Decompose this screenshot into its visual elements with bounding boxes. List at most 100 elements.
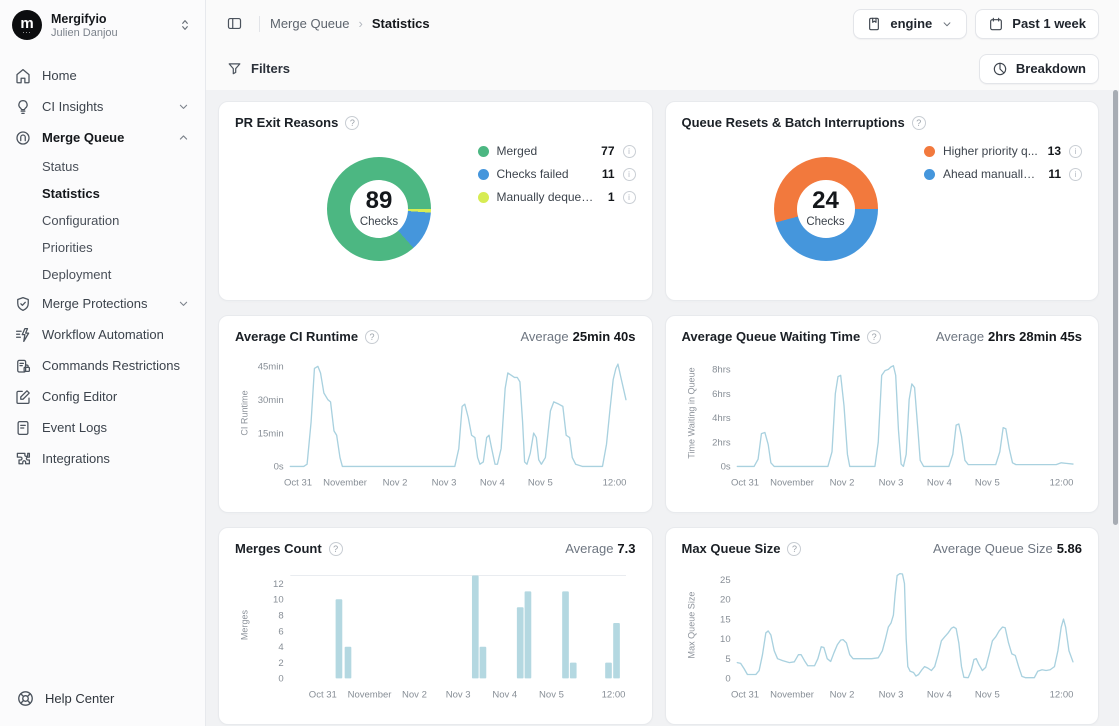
donut-center-label: Checks xyxy=(806,216,844,228)
svg-text:Nov 5: Nov 5 xyxy=(974,689,999,700)
svg-text:Nov 3: Nov 3 xyxy=(878,477,903,488)
svg-text:Nov 5: Nov 5 xyxy=(974,477,999,488)
sidebar-item-label: Statistics xyxy=(42,186,100,201)
card-pr-exit-reasons: PR Exit Reasons?89ChecksMerged77iChecks … xyxy=(218,101,653,301)
sidebar-item-config-editor[interactable]: Config Editor xyxy=(8,381,197,412)
svg-text:Nov 5: Nov 5 xyxy=(539,689,564,700)
chevron-down-icon xyxy=(176,296,191,311)
average-value: Average Queue Size5.86 xyxy=(933,541,1082,556)
chart-area: 024681012Oct 31NovemberNov 2Nov 3Nov 4No… xyxy=(235,556,636,708)
svg-text:45min: 45min xyxy=(258,362,284,373)
sidebar-item-status[interactable]: Status xyxy=(8,153,197,180)
svg-text:30min: 30min xyxy=(258,395,284,406)
topbar-divider xyxy=(259,16,260,32)
svg-text:12:00: 12:00 xyxy=(1049,477,1073,488)
chart-ci-runtime: 0s15min30min45minOct 31NovemberNov 2Nov … xyxy=(235,352,636,491)
average-value: Average25min 40s xyxy=(520,329,635,344)
svg-text:Nov 4: Nov 4 xyxy=(926,689,952,700)
legend: Merged77iChecks failed11iManually dequeu… xyxy=(478,144,636,287)
main-panel: Merge Queue › Statistics engine Past 1 w… xyxy=(206,0,1119,726)
sidebar-item-merge-protections[interactable]: Merge Protections xyxy=(8,288,197,319)
card-ci-runtime: Average CI Runtime?Average25min 40s0s15m… xyxy=(218,315,653,513)
sidebar-item-integrations[interactable]: Integrations xyxy=(8,443,197,474)
svg-text:Nov 4: Nov 4 xyxy=(492,689,518,700)
donut-center-value: 89 xyxy=(366,189,393,213)
chart-area: 0s15min30min45minOct 31NovemberNov 2Nov … xyxy=(235,344,636,496)
sidebar-item-event-logs[interactable]: Event Logs xyxy=(8,412,197,443)
pie-chart-icon xyxy=(992,61,1008,77)
svg-text:15min: 15min xyxy=(258,428,284,439)
legend-item: Checks failed11i xyxy=(478,167,636,181)
card-header: Average Queue Waiting Time?Average2hrs 2… xyxy=(682,329,1083,344)
legend-item: Higher priority q...13i xyxy=(924,144,1082,158)
legend-label: Ahead manually ... xyxy=(943,167,1040,181)
legend-item: Manually dequeued1i xyxy=(478,190,636,204)
average-value: Average2hrs 28min 45s xyxy=(936,329,1082,344)
svg-text:Oct 31: Oct 31 xyxy=(731,689,759,700)
legend-value: 11 xyxy=(602,167,615,181)
sidebar-item-home[interactable]: Home xyxy=(8,60,197,91)
sidebar-item-commands-restrictions[interactable]: Commands Restrictions xyxy=(8,350,197,381)
sidebar-item-label: Config Editor xyxy=(42,389,117,404)
help-icon[interactable]: ? xyxy=(787,542,801,556)
svg-text:November: November xyxy=(348,689,393,700)
legend-value: 13 xyxy=(1048,144,1061,158)
card-merges-count: Merges Count?Average7.3024681012Oct 31No… xyxy=(218,527,653,725)
card-header: Max Queue Size?Average Queue Size5.86 xyxy=(682,541,1083,556)
card-title-pr-exit-reasons: PR Exit Reasons xyxy=(235,115,338,130)
sidebar-item-deployment[interactable]: Deployment xyxy=(8,261,197,288)
breadcrumb-merge-queue[interactable]: Merge Queue xyxy=(270,16,350,31)
legend-dot-icon xyxy=(478,169,489,180)
sidebar: m ... Mergifyio Julien Danjou HomeCI Ins… xyxy=(0,0,206,726)
sidebar-item-label: Commands Restrictions xyxy=(42,358,180,373)
svg-text:November: November xyxy=(770,689,815,700)
help-icon[interactable]: ? xyxy=(912,116,926,130)
sidebar-item-workflow-automation[interactable]: Workflow Automation xyxy=(8,319,197,350)
scrollbar-thumb[interactable] xyxy=(1113,90,1118,525)
repository-selector[interactable]: engine xyxy=(853,9,967,39)
card-title-ci-runtime: Average CI Runtime xyxy=(235,329,358,344)
help-icon[interactable]: ? xyxy=(365,330,379,344)
help-icon[interactable]: ? xyxy=(867,330,881,344)
breakdown-button[interactable]: Breakdown xyxy=(979,54,1099,84)
legend-item: Ahead manually ...11i xyxy=(924,167,1082,181)
info-icon[interactable]: i xyxy=(1069,145,1082,158)
info-icon[interactable]: i xyxy=(623,191,636,204)
pie-body: 89ChecksMerged77iChecks failed11iManuall… xyxy=(235,130,636,287)
help-icon[interactable]: ? xyxy=(345,116,359,130)
sidebar-item-ci-insights[interactable]: CI Insights xyxy=(8,91,197,122)
document-icon xyxy=(14,419,32,437)
chart-area: 0510152025Oct 31NovemberNov 2Nov 3Nov 4N… xyxy=(682,556,1083,708)
average-value: Average7.3 xyxy=(565,541,635,556)
legend-dot-icon xyxy=(924,169,935,180)
breadcrumb-statistics: Statistics xyxy=(372,16,430,31)
info-icon[interactable]: i xyxy=(623,168,636,181)
svg-text:November: November xyxy=(770,477,815,488)
info-icon[interactable]: i xyxy=(623,145,636,158)
help-center-button[interactable]: Help Center xyxy=(0,675,205,726)
sidebar-item-configuration[interactable]: Configuration xyxy=(8,207,197,234)
legend-dot-icon xyxy=(924,146,935,157)
breakdown-button-label: Breakdown xyxy=(1016,61,1086,76)
chevron-down-icon xyxy=(940,17,954,31)
legend-label: Merged xyxy=(497,144,538,158)
svg-text:Nov 3: Nov 3 xyxy=(432,477,457,488)
sidebar-item-label: Status xyxy=(42,159,79,174)
svg-text:Oct 31: Oct 31 xyxy=(731,477,759,488)
sidebar-item-statistics[interactable]: Statistics xyxy=(8,180,197,207)
help-icon[interactable]: ? xyxy=(329,542,343,556)
svg-text:25: 25 xyxy=(720,575,731,586)
sidebar-item-merge-queue[interactable]: Merge Queue xyxy=(8,122,197,153)
org-switcher[interactable]: m ... Mergifyio Julien Danjou xyxy=(0,0,205,52)
info-icon[interactable]: i xyxy=(1069,168,1082,181)
card-max-queue-size: Max Queue Size?Average Queue Size5.86051… xyxy=(665,527,1100,725)
svg-text:November: November xyxy=(323,477,368,488)
filters-button[interactable]: Filters xyxy=(220,54,296,83)
repository-selector-label: engine xyxy=(890,16,932,31)
sidebar-item-priorities[interactable]: Priorities xyxy=(8,234,197,261)
period-selector[interactable]: Past 1 week xyxy=(975,9,1099,39)
card-header: Queue Resets & Batch Interruptions? xyxy=(682,115,1083,130)
sidebar-toggle-button[interactable] xyxy=(220,9,249,38)
filters-button-label: Filters xyxy=(251,61,290,76)
svg-text:0s: 0s xyxy=(720,462,730,473)
